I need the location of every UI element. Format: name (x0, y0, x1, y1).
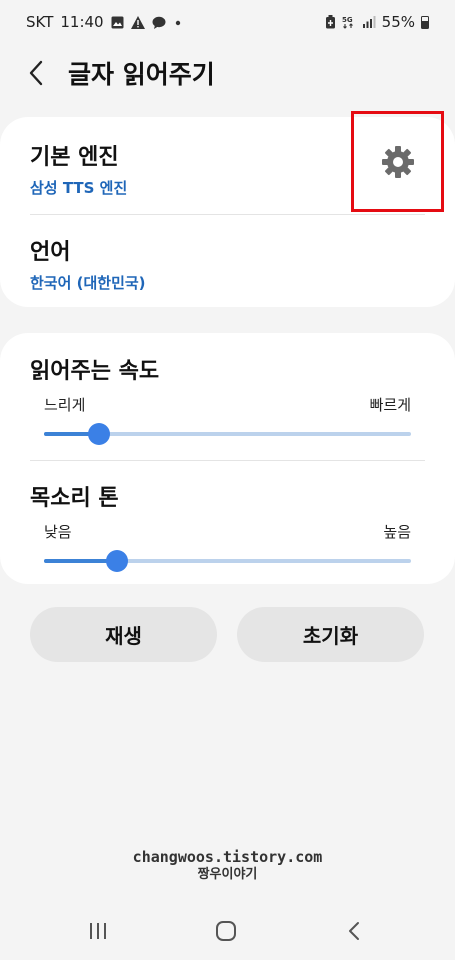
clock: 11:40 (60, 13, 104, 31)
recent-apps-icon (90, 923, 106, 939)
watermark-url: changwoos.tistory.com (132, 848, 323, 866)
divider (30, 214, 425, 215)
warning-icon (130, 15, 145, 29)
back-arrow-icon (349, 922, 359, 940)
dot-icon (175, 20, 180, 25)
speech-rate-slider-block: 느리게 빠르게 (44, 394, 411, 445)
gear-icon (381, 145, 414, 178)
voice-settings-card: 읽어주는 속도 느리게 빠르게 목소리 톤 낮음 높음 (0, 333, 455, 584)
speech-rate-min-label: 느리게 (44, 396, 86, 414)
page-title: 글자 읽어주기 (68, 60, 215, 89)
battery-percent: 55% (381, 13, 415, 31)
watermark-blog-name: 짱우이야기 (197, 867, 258, 882)
carrier-label: SKT (26, 13, 54, 31)
watermark: changwoos.tistory.com 짱우이야기 (0, 849, 455, 883)
speech-rate-title: 읽어주는 속도 (30, 359, 160, 384)
pitch-min-label: 낮음 (44, 523, 72, 541)
pitch-slider[interactable] (44, 550, 411, 572)
image-icon (111, 16, 124, 28)
back-nav-button[interactable] (334, 915, 374, 947)
svg-text:5G: 5G (342, 16, 353, 24)
speech-rate-slider[interactable] (44, 423, 411, 445)
pitch-max-label: 높음 (383, 523, 411, 541)
play-button[interactable]: 재생 (30, 607, 217, 662)
language-row[interactable]: 언어 한국어 (대한민국) (30, 234, 425, 293)
language-title: 언어 (30, 240, 71, 265)
app-header: 글자 읽어주기 (0, 50, 455, 96)
engine-settings-button[interactable] (351, 111, 444, 212)
signal-icon (362, 16, 376, 28)
back-button[interactable] (28, 53, 54, 93)
speech-rate-slider-thumb[interactable] (88, 423, 111, 445)
divider (30, 460, 425, 461)
status-bar: SKT 11:40 5G 55% (0, 0, 455, 44)
pitch-slider-block: 낮음 높음 (44, 521, 411, 572)
home-icon (216, 921, 236, 941)
pitch-title: 목소리 톤 (30, 486, 119, 511)
battery-icon (421, 15, 429, 29)
pitch-slider-thumb[interactable] (106, 550, 129, 572)
home-button[interactable] (206, 915, 246, 947)
5g-icon: 5G (342, 16, 353, 29)
chevron-left-icon (29, 60, 43, 86)
system-nav-bar (0, 905, 455, 957)
chat-icon (152, 16, 166, 29)
reset-button[interactable]: 초기화 (237, 607, 424, 662)
language-value: 한국어 (대한민국) (30, 274, 146, 292)
battery-saver-icon (325, 15, 335, 29)
recent-apps-button[interactable] (78, 915, 118, 947)
speech-rate-max-label: 빠르게 (369, 396, 411, 414)
